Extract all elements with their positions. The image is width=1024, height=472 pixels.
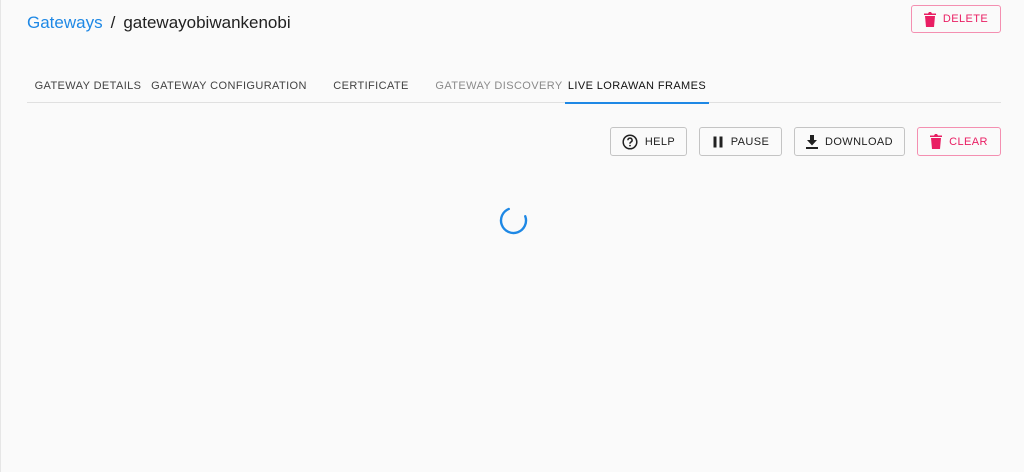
pause-button[interactable]: PAUSE (699, 127, 782, 156)
download-button[interactable]: DOWNLOAD (794, 127, 905, 156)
pause-icon (712, 136, 724, 148)
tab-gateway-details[interactable]: GATEWAY DETAILS (27, 68, 149, 103)
trash-icon (930, 134, 943, 149)
help-circle-icon (622, 133, 638, 150)
help-button[interactable]: HELP (610, 127, 687, 156)
tab-gateway-discovery[interactable]: GATEWAY DISCOVERY (433, 68, 565, 103)
delete-gateway-button[interactable]: DELETE (911, 5, 1001, 33)
tab-gateway-configuration[interactable]: GATEWAY CONFIGURATION (149, 68, 309, 103)
breadcrumb-current: gatewayobiwankenobi (123, 13, 291, 32)
download-button-label: DOWNLOAD (825, 135, 893, 148)
trash-icon (923, 11, 936, 27)
clear-button[interactable]: CLEAR (917, 127, 1001, 156)
tab-live-lorawan-frames[interactable]: LIVE LORAWAN FRAMES (565, 68, 709, 104)
delete-button-label: DELETE (942, 13, 989, 25)
breadcrumb-separator: / (110, 13, 116, 32)
loading-spinner (499, 206, 528, 235)
clear-button-label: CLEAR (949, 135, 988, 148)
gateway-tabs: GATEWAY DETAILS GATEWAY CONFIGURATION CE… (27, 68, 1001, 104)
breadcrumb: Gateways / gatewayobiwankenobi (27, 12, 291, 34)
pause-button-label: PAUSE (730, 135, 770, 148)
download-icon (806, 134, 818, 149)
help-button-label: HELP (644, 135, 676, 148)
tab-certificate[interactable]: CERTIFICATE (309, 68, 433, 103)
gateway-page: Gateways / gatewayobiwankenobi DELETE GA… (0, 0, 1024, 472)
breadcrumb-gateways-link[interactable]: Gateways (27, 12, 103, 34)
